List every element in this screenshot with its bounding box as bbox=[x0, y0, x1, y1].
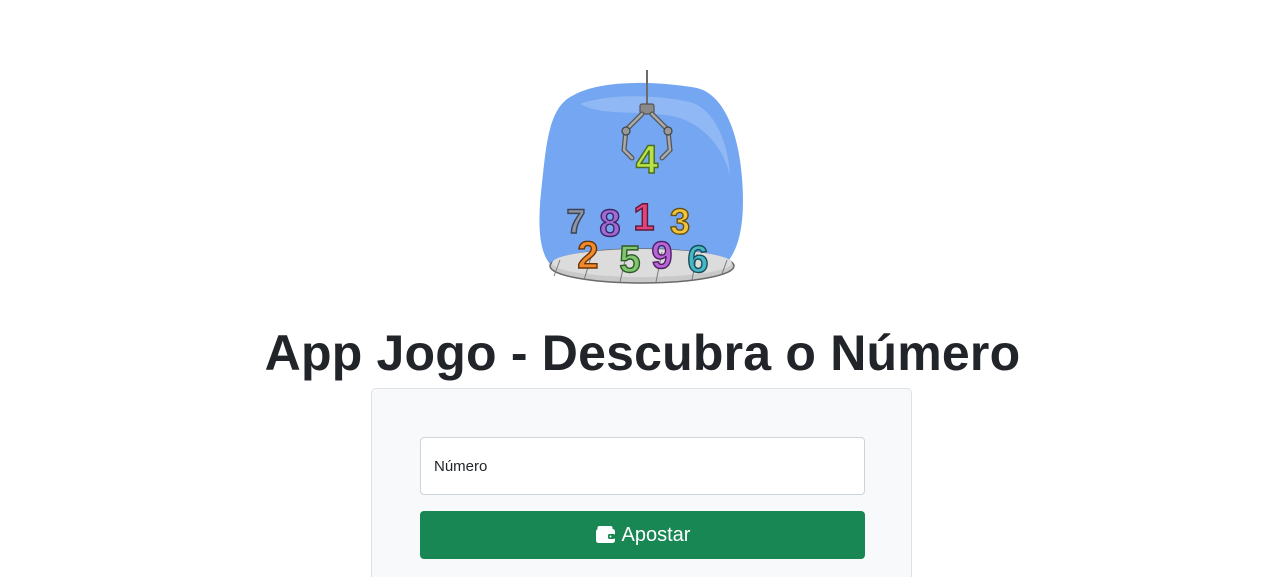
number-input[interactable] bbox=[420, 437, 865, 495]
hero-number-caught: 4 bbox=[636, 138, 659, 182]
hero-number-back-2: 8 bbox=[599, 203, 620, 245]
bet-button-label: Apostar bbox=[621, 523, 691, 546]
bet-button[interactable]: Apostar bbox=[420, 511, 865, 559]
bet-form-card: Apostar bbox=[371, 388, 912, 577]
hero-number-front-4: 6 bbox=[687, 239, 708, 281]
claw-joint-right bbox=[663, 126, 673, 136]
wallet-icon bbox=[595, 525, 616, 544]
hero-number-back-3: 1 bbox=[633, 197, 654, 239]
page: 4 7 8 1 3 2 5 9 6 App Jogo - Descubra o … bbox=[0, 0, 1271, 577]
hero-number-front-2: 5 bbox=[619, 239, 640, 281]
page-title: App Jogo - Descubra o Número bbox=[264, 325, 1021, 381]
claw-machine-illustration: 4 7 8 1 3 2 5 9 6 bbox=[539, 70, 743, 284]
hero-number-back-4: 3 bbox=[670, 201, 690, 242]
claw-joint-left bbox=[621, 126, 631, 136]
hero-number-front-3: 9 bbox=[651, 235, 672, 277]
hero-number-front-1: 2 bbox=[577, 235, 598, 277]
